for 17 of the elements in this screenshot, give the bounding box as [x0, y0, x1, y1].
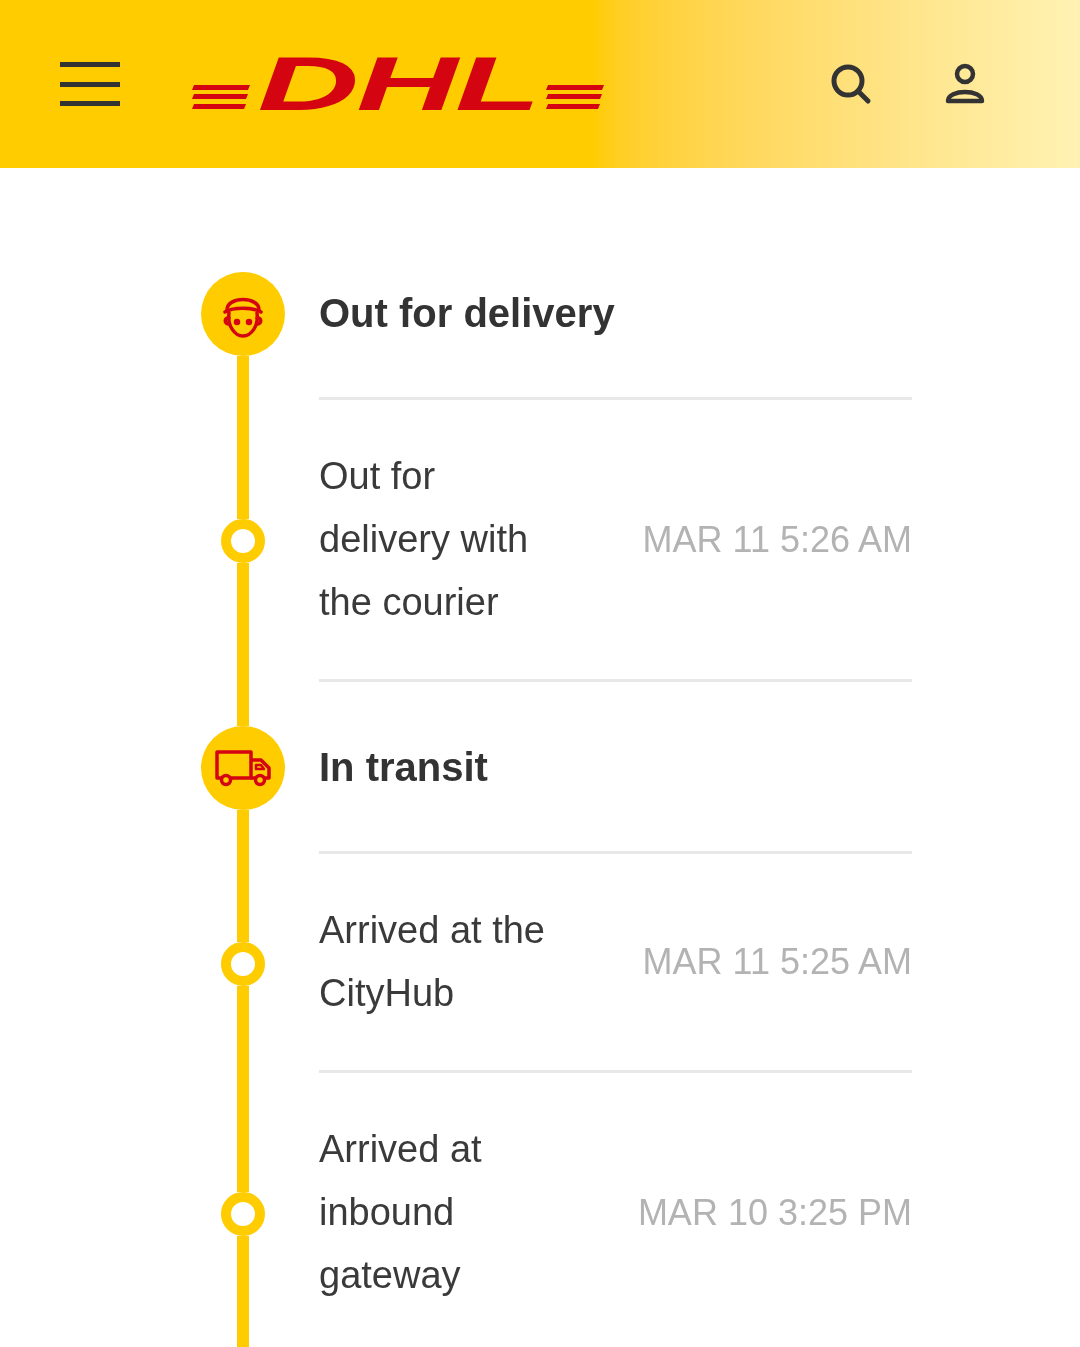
speed-stripes-icon [192, 85, 250, 109]
event-time: MAR 11 5:26 AM [642, 517, 912, 562]
search-icon[interactable] [830, 63, 872, 105]
logo-text[interactable]: DHL [257, 54, 539, 114]
event-time: MAR 10 3:25 PM [637, 1190, 912, 1235]
event-description: Out for delivery with the courier [319, 454, 530, 625]
event-time: MAR 11 5:25 AM [642, 940, 912, 984]
user-icon[interactable] [944, 63, 986, 105]
event-description: Arrived at the CityHub [319, 908, 546, 1016]
ring-icon [221, 519, 265, 563]
status-heading: In transit [319, 743, 488, 791]
ring-icon [221, 1192, 265, 1236]
status-heading: Out for delivery [319, 289, 615, 337]
ring-icon [221, 941, 265, 986]
menu-icon[interactable] [60, 62, 120, 106]
event-description: Arrived at inbound gateway [319, 1127, 483, 1298]
speed-stripes-icon [545, 85, 604, 109]
